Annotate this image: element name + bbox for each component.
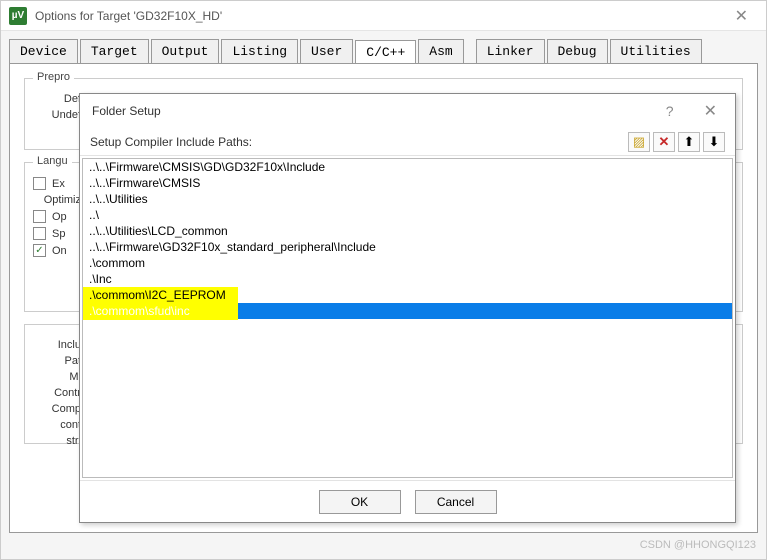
- tabbar: Device Target Output Listing User C/C++ …: [1, 31, 766, 63]
- tab-listing[interactable]: Listing: [221, 39, 298, 63]
- move-up-icon[interactable]: ⬆: [678, 132, 700, 152]
- list-item[interactable]: ..\..\Utilities\LCD_common: [83, 223, 732, 239]
- mi-label: Mi: [33, 371, 81, 383]
- close-icon[interactable]: ✕: [698, 101, 723, 121]
- help-icon[interactable]: ?: [666, 103, 674, 119]
- pat-label: Pat: [33, 355, 81, 367]
- window-title: Options for Target 'GD32F10X_HD': [35, 9, 725, 23]
- tab-target[interactable]: Target: [80, 39, 149, 63]
- folder-setup-dialog: Folder Setup ? ✕ Setup Compiler Include …: [79, 93, 736, 523]
- dialog-title: Folder Setup: [92, 104, 161, 118]
- tab-linker[interactable]: Linker: [476, 39, 545, 63]
- include-paths-label: Setup Compiler Include Paths:: [90, 135, 625, 149]
- define-label: Def: [33, 93, 81, 105]
- list-item[interactable]: .\Inc: [83, 271, 732, 287]
- tab-ccpp[interactable]: C/C++: [355, 40, 416, 64]
- stri-label: stri: [33, 435, 81, 447]
- include-paths-list[interactable]: ..\..\Firmware\CMSIS\GD\GD32F10x\Include…: [82, 158, 733, 478]
- list-item-selected[interactable]: .\commom\sfud\inc: [83, 303, 732, 319]
- watermark: CSDN @HHONGQI123: [640, 539, 756, 551]
- ex-checkbox[interactable]: [33, 177, 46, 190]
- options-window: µV Options for Target 'GD32F10X_HD' ✕ De…: [0, 0, 767, 560]
- dialog-titlebar: Folder Setup ? ✕: [80, 94, 735, 128]
- on-label: On: [52, 245, 67, 257]
- comp-label: Comp: [33, 403, 81, 415]
- tab-utilities[interactable]: Utilities: [610, 39, 702, 63]
- move-down-icon[interactable]: ⬇: [703, 132, 725, 152]
- ex-label: Ex: [52, 178, 65, 190]
- cont-label: cont: [33, 419, 81, 431]
- list-item[interactable]: ..\: [83, 207, 732, 223]
- ok-button[interactable]: OK: [319, 490, 401, 514]
- op-checkbox[interactable]: [33, 210, 46, 223]
- list-item[interactable]: .\commom: [83, 255, 732, 271]
- delete-item-icon[interactable]: ✕: [653, 132, 675, 152]
- list-item[interactable]: ..\..\Utilities: [83, 191, 732, 207]
- dialog-buttons: OK Cancel: [80, 480, 735, 522]
- on-checkbox[interactable]: [33, 244, 46, 257]
- tab-output[interactable]: Output: [151, 39, 220, 63]
- list-item[interactable]: ..\..\Firmware\CMSIS: [83, 175, 732, 191]
- prepro-group-label: Prepro: [33, 71, 74, 83]
- list-item[interactable]: .\commom\I2C_EEPROM: [83, 287, 732, 303]
- sp-label: Sp: [52, 228, 65, 240]
- close-icon[interactable]: ✕: [725, 6, 758, 26]
- sp-checkbox[interactable]: [33, 227, 46, 240]
- tab-debug[interactable]: Debug: [547, 39, 608, 63]
- tab-asm[interactable]: Asm: [418, 39, 463, 63]
- contr-label: Contr: [33, 387, 81, 399]
- list-item[interactable]: ..\..\Firmware\CMSIS\GD\GD32F10x\Include: [83, 159, 732, 175]
- undef-label: Undef: [33, 109, 81, 121]
- app-icon: µV: [9, 7, 27, 25]
- lang-group-label: Langu: [33, 155, 72, 167]
- include-paths-label: Inclu: [33, 339, 81, 351]
- tab-user[interactable]: User: [300, 39, 353, 63]
- list-item[interactable]: ..\..\Firmware\GD32F10x_standard_periphe…: [83, 239, 732, 255]
- op-label: Op: [52, 211, 67, 223]
- tab-device[interactable]: Device: [9, 39, 78, 63]
- titlebar: µV Options for Target 'GD32F10X_HD' ✕: [1, 1, 766, 31]
- optim-label: Optimiz: [33, 194, 81, 206]
- cancel-button[interactable]: Cancel: [415, 490, 497, 514]
- new-item-icon[interactable]: ▨: [628, 132, 650, 152]
